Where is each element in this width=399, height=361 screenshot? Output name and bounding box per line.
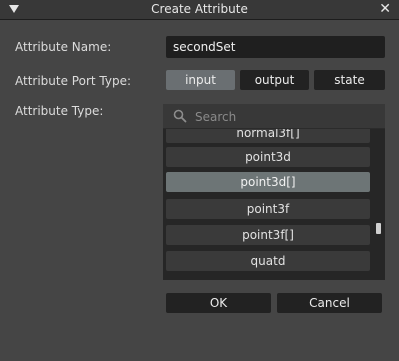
list-scrollbar[interactable] <box>375 129 385 280</box>
attribute-type-list[interactable]: normal3f[] point3d point3d[] point3f poi… <box>163 129 375 280</box>
attribute-type-panel: normal3f[] point3d point3d[] point3f poi… <box>163 104 385 280</box>
attribute-port-type-label: Attribute Port Type: <box>15 74 132 88</box>
window-title: Create Attribute <box>151 2 248 16</box>
list-item[interactable]: normal3f[] <box>166 129 370 143</box>
attribute-type-label: Attribute Type: <box>15 104 104 118</box>
port-type-state-button[interactable]: state <box>314 70 385 90</box>
list-item[interactable]: point3d <box>166 147 370 167</box>
search-box <box>163 104 385 129</box>
scrollbar-thumb[interactable] <box>376 223 381 234</box>
list-item[interactable]: point3f <box>166 199 370 219</box>
title-bar: Create Attribute ✕ <box>0 0 399 20</box>
attribute-name-label: Attribute Name: <box>15 40 112 54</box>
list-item[interactable]: point3f[] <box>166 225 370 245</box>
port-type-output-button[interactable]: output <box>240 70 309 90</box>
close-icon[interactable]: ✕ <box>379 1 391 17</box>
port-type-input-button[interactable]: input <box>166 70 235 90</box>
list-item-selected[interactable]: point3d[] <box>166 172 370 192</box>
attribute-name-input[interactable] <box>166 36 385 58</box>
search-input[interactable] <box>193 106 377 128</box>
list-item[interactable]: quatd <box>166 251 370 271</box>
cancel-button[interactable]: Cancel <box>277 293 382 313</box>
ok-button[interactable]: OK <box>166 293 271 313</box>
search-icon <box>173 109 187 123</box>
